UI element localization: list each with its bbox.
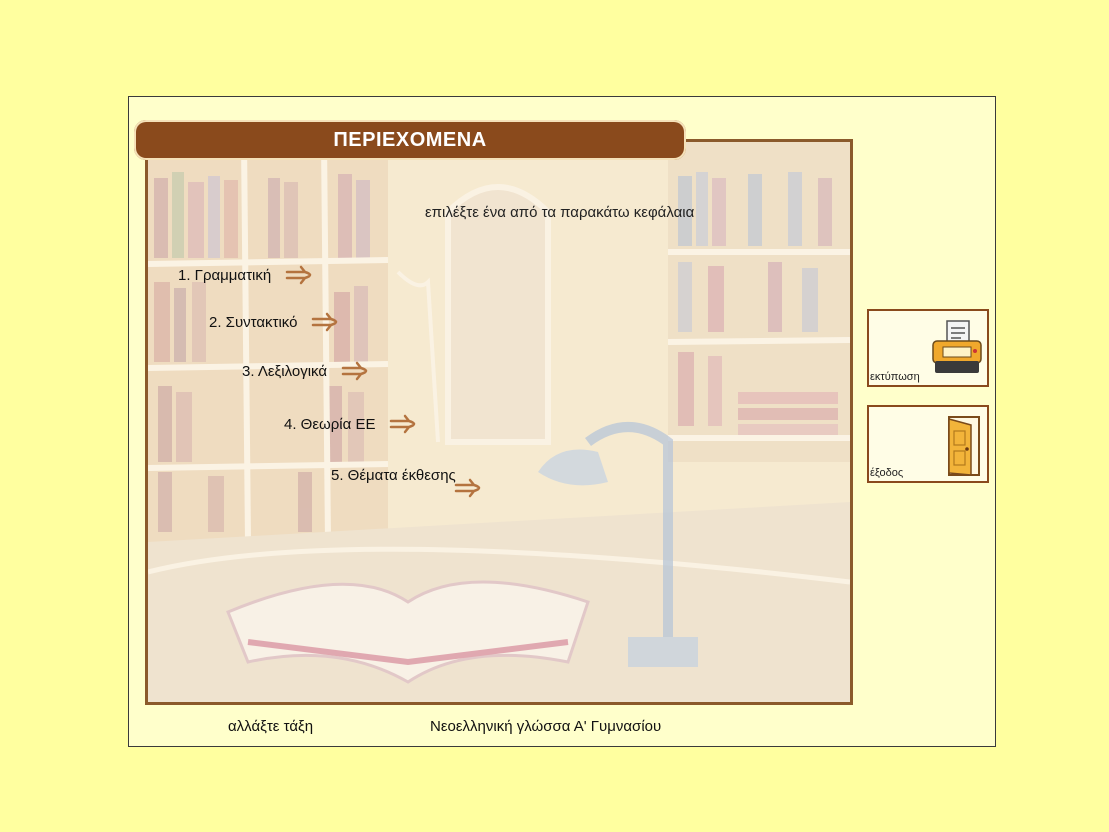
chapter-label: 3. Λεξιλογικά — [242, 362, 328, 380]
library-background-image — [145, 139, 853, 705]
exit-label: έξοδος — [870, 467, 904, 479]
chapter-label: 2. Συντακτικό — [209, 313, 298, 331]
instruction-text: επιλέξτε ένα από τα παρακάτω κεφάλαια — [425, 204, 695, 221]
arrow-right-icon — [285, 265, 312, 285]
chapter-link-syntax[interactable]: 2. Συντακτικό — [209, 311, 345, 333]
course-title-link[interactable]: Νεοελληνική γλώσσα Α' Γυμνασίου — [430, 718, 661, 735]
chapter-link-grammar[interactable]: 1. Γραμματική — [178, 264, 319, 286]
chapter-label: 5. Θέματα έκθεσης — [331, 467, 456, 484]
arrow-right-icon — [390, 414, 416, 434]
chapter-link-vocabulary[interactable]: 3. Λεξιλογικά — [242, 360, 375, 382]
printer-icon — [932, 320, 982, 373]
chapter-label: 1. Γραμματική — [178, 266, 272, 284]
exit-button[interactable]: έξοδος — [867, 405, 989, 483]
print-button[interactable]: εκτύπωση — [867, 309, 989, 387]
chapter-link-essay-topics[interactable]: 5. Θέματα έκθεσης — [331, 467, 488, 499]
arrow-right-icon — [341, 361, 368, 381]
title-bar: ΠΕΡΙΕΧΟΜΕΝΑ — [134, 120, 686, 160]
change-class-link[interactable]: αλλάξτε τάξη — [228, 718, 313, 735]
print-label: εκτύπωση — [870, 371, 920, 383]
arrow-right-icon — [312, 312, 338, 332]
arrow-right-icon — [454, 478, 481, 498]
chapter-label: 4. Θεωρία ΕΕ — [284, 415, 376, 433]
page-title: ΠΕΡΙΕΧΟΜΕΝΑ — [333, 129, 487, 151]
door-icon — [948, 416, 980, 476]
library-illustration — [148, 142, 850, 702]
chapter-link-theory[interactable]: 4. Θεωρία ΕΕ — [284, 413, 423, 435]
